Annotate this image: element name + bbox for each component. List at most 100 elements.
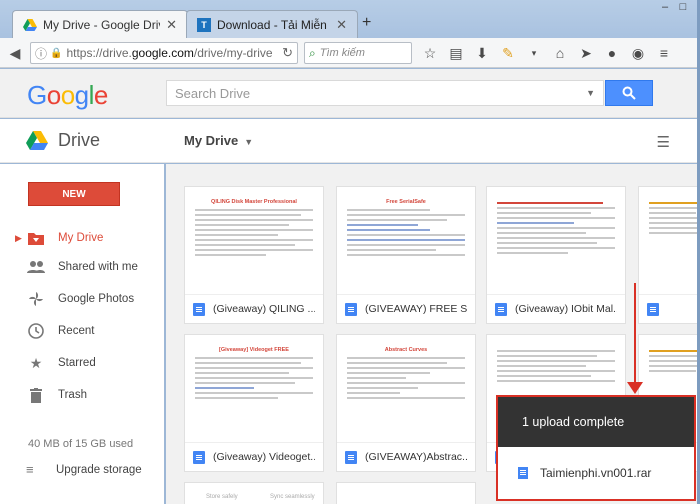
file-card[interactable] — [336, 482, 476, 504]
url-prefix: https://drive. — [66, 46, 132, 60]
trash-icon — [26, 387, 46, 403]
drive-favicon-icon — [23, 18, 37, 32]
pinwheel-icon — [26, 291, 46, 307]
sidebar-item-label: My Drive — [58, 232, 104, 244]
sidebar-item-recent[interactable]: Recent — [0, 318, 164, 344]
thumbnail-title: [Giveaway] Videoget FREE — [219, 347, 289, 353]
tab-download[interactable]: T Download - Tải Miễn Phí V... ✕ — [186, 10, 358, 38]
menu-icon[interactable]: ≡ — [652, 42, 676, 64]
file-thumbnail: QILING Disk Master Professional — [185, 187, 323, 295]
download-icon[interactable]: ⬇ — [470, 42, 494, 64]
tab-my-drive[interactable]: My Drive - Google Drive ✕ — [12, 10, 188, 38]
file-name: (GIVEAWAY)Abstrac... — [365, 451, 467, 463]
expand-arrow-icon[interactable]: ▶ — [15, 233, 22, 244]
thumbnail-title: QILING Disk Master Professional — [211, 199, 297, 205]
file-card[interactable]: Abstract Curves (GIVEAWAY)Abstrac... — [336, 334, 476, 472]
send-icon[interactable]: ➤ — [574, 42, 598, 64]
sidebar-item-label: Recent — [58, 325, 95, 337]
upload-status-panel: 1 upload complete Taimienphi.vn001.rar — [496, 395, 696, 501]
file-name: (Giveaway) IObit Mal... — [515, 303, 617, 315]
uploaded-file-item[interactable]: Taimienphi.vn001.rar — [498, 447, 694, 499]
sidebar-item-starred[interactable]: ★ Starred — [0, 350, 164, 376]
list-view-icon[interactable]: ☰ — [657, 133, 670, 151]
bookmark-star-icon[interactable]: ☆ — [418, 42, 442, 64]
annotation-arrow-line — [634, 283, 636, 385]
location-label: My Drive — [184, 133, 239, 148]
file-card[interactable]: QILING Disk Master Professional (Giveawa… — [184, 186, 324, 324]
url-bar[interactable]: ⓘ 🔒 https://drive. google.com/drive/my-dr… — [30, 42, 298, 64]
sidebar-item-shared[interactable]: Shared with me — [0, 254, 164, 280]
file-card[interactable] — [638, 186, 700, 324]
dropdown-icon[interactable]: ▾ — [522, 42, 546, 64]
thumbnail-title: Abstract Curves — [384, 347, 428, 353]
info-icon[interactable]: ⓘ — [35, 45, 47, 62]
sidebar-item-label: Google Photos — [58, 293, 135, 305]
browser-titlebar: My Drive - Google Drive ✕ T Download - T… — [0, 0, 700, 38]
search-placeholder: Tìm kiếm — [319, 47, 365, 59]
lock-icon: 🔒 — [50, 47, 63, 59]
file-thumbnail — [487, 187, 625, 295]
file-name: (Giveaway) Videoget... — [213, 451, 315, 463]
storage-usage: 40 MB of 15 GB used — [28, 438, 134, 450]
upgrade-storage-link[interactable]: ≡ Upgrade storage — [0, 462, 142, 477]
chevron-down-icon: ▼ — [244, 137, 254, 147]
sidebar-item-photos[interactable]: Google Photos — [0, 286, 164, 312]
chat-icon[interactable]: ● — [600, 42, 624, 64]
file-card[interactable]: [Giveaway] Videoget FREE (Giveaway) Vide… — [184, 334, 324, 472]
people-icon — [26, 261, 46, 273]
drive-app-title: Drive — [26, 130, 100, 151]
search-button[interactable] — [605, 80, 653, 106]
doc-icon — [193, 302, 205, 316]
doc-icon — [193, 450, 205, 464]
google-logo[interactable]: Google — [27, 80, 108, 111]
reload-icon[interactable]: ↻ — [282, 45, 293, 61]
file-card[interactable]: (Giveaway) IObit Mal... — [486, 186, 626, 324]
file-card[interactable]: Free SerialSafe (GIVEAWAY) FREE S... — [336, 186, 476, 324]
toolbar-icons: ☆ ▤ ⬇ ✎ ▾ ⌂ ➤ ● ◉ ≡ — [418, 42, 676, 64]
storage-icon: ≡ — [26, 462, 34, 477]
annotation-arrow-head — [627, 382, 643, 394]
tab-label: Download - Tải Miễn Phí V... — [217, 17, 330, 32]
pocket-icon[interactable]: ◉ — [626, 42, 650, 64]
new-tab-icon[interactable]: + — [362, 14, 371, 32]
sidebar-item-label: Trash — [58, 389, 87, 401]
new-button[interactable]: NEW — [28, 182, 120, 206]
search-icon — [622, 86, 636, 100]
file-thumbnail: Abstract Curves — [337, 335, 475, 443]
taimienphi-favicon-icon: T — [197, 17, 211, 32]
browser-search-field[interactable]: ⌕ Tìm kiếm — [304, 42, 412, 64]
folder-icon — [26, 232, 46, 245]
drive-label: Drive — [58, 130, 101, 150]
upgrade-label: Upgrade storage — [56, 463, 142, 476]
search-drive-placeholder: Search Drive — [175, 85, 251, 101]
drive-subbar: Drive My Drive ▼ ☰ — [0, 119, 700, 163]
close-tab-icon[interactable]: ✕ — [336, 17, 347, 33]
sidebar-item-label: Shared with me — [58, 261, 138, 273]
doc-icon — [345, 450, 357, 464]
maximize-icon[interactable]: □ — [674, 0, 692, 14]
my-drive-dropdown[interactable]: My Drive ▼ — [184, 133, 253, 148]
file-icon — [518, 467, 528, 479]
file-card[interactable] — [184, 482, 324, 504]
thumbnail-title: Free SerialSafe — [386, 199, 426, 205]
home-icon[interactable]: ⌂ — [548, 42, 572, 64]
file-thumbnail — [639, 187, 700, 295]
url-domain: google.com — [131, 46, 194, 60]
window-controls: – □ — [656, 0, 692, 14]
pencil-icon[interactable]: ✎ — [496, 42, 520, 64]
sidebar-item-trash[interactable]: Trash — [0, 382, 164, 408]
file-name: (Giveaway) QILING ... — [213, 303, 315, 315]
back-icon[interactable]: ◀ — [4, 42, 26, 64]
sidebar-item-my-drive[interactable]: ▶ My Drive — [0, 225, 164, 251]
search-options-icon[interactable]: ▼ — [586, 88, 595, 98]
close-tab-icon[interactable]: ✕ — [166, 17, 177, 33]
reading-list-icon[interactable]: ▤ — [444, 42, 468, 64]
search-drive-input[interactable]: Search Drive ▼ — [166, 80, 604, 106]
navigation-toolbar: ◀ ⓘ 🔒 https://drive. google.com/drive/my-… — [0, 38, 700, 68]
star-icon: ★ — [29, 354, 43, 371]
drive-logo-icon — [26, 130, 48, 150]
url-path: /drive/my-drive — [193, 46, 273, 60]
minimize-icon[interactable]: – — [656, 0, 674, 14]
upload-status-header: 1 upload complete — [498, 397, 694, 447]
google-header: Google Search Drive ▼ — [0, 69, 700, 118]
